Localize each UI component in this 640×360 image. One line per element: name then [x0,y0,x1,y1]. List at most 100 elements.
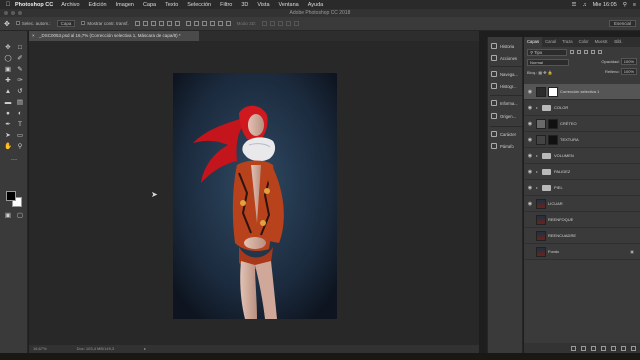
menu-texto[interactable]: Texto [165,2,178,8]
menu-list-icon[interactable]: ≡ [633,2,636,8]
blend-mode-dropdown[interactable]: Normal [527,58,569,66]
layer-row[interactable]: ◉ Corrección selectiva 1 [524,84,640,100]
layer-row[interactable]: ◉ ▸ COLOR [524,100,640,116]
autoselect-dropdown[interactable]: Capa [56,20,76,27]
gradient-icon[interactable]: ▤ [16,99,24,107]
menu-archivo[interactable]: Archivo [61,2,79,8]
pen-icon[interactable]: ✒ [4,121,12,129]
distribute-hcenter-icon[interactable] [217,21,223,26]
lasso-icon[interactable]: ◯ [4,55,12,63]
panel-caracter[interactable]: Carácter [491,129,516,139]
type-icon[interactable]: T [16,121,24,129]
layer-mask-thumbnail[interactable] [548,118,558,129]
layer-row[interactable]: ◉ ▸ PIEL [524,180,640,196]
history-brush-icon[interactable]: ↺ [16,88,24,96]
distribute-bottom-icon[interactable] [201,21,207,26]
layer-mask-thumbnail[interactable] [548,86,558,97]
opacity-field[interactable]: 100% [620,58,637,65]
layer-row[interactable]: ◉ ▸ VOLUMEN [524,148,640,164]
eyedropper-icon[interactable]: ✎ [16,66,24,74]
workspace-dropdown[interactable]: Esencial [608,20,636,27]
tab-canales[interactable]: Canal [542,37,559,47]
dodge-icon[interactable]: ◐ [16,110,24,118]
align-right-icon[interactable] [174,21,180,26]
new-layer-icon[interactable] [621,345,626,351]
crop-icon[interactable]: ▣ [4,66,12,74]
brush-icon[interactable]: ✑ [16,77,24,85]
clock[interactable]: Mie 16:05 [593,2,617,8]
layer-row[interactable]: ◉ CRÉTEO [524,116,640,132]
distribute-right-icon[interactable] [225,21,231,26]
panel-parrafo[interactable]: Párrafo [491,141,514,151]
close-icon[interactable] [4,11,8,15]
marquee-icon[interactable]: □ [16,44,24,52]
fill-field[interactable]: 100% [620,68,637,75]
blur-icon[interactable]: ● [4,110,12,118]
visibility-eye-icon[interactable]: ◉ [524,169,536,175]
tab-muestras[interactable]: Muestr. [592,37,612,47]
distribute-top-icon[interactable] [185,21,191,26]
tab-capas[interactable]: Capas [524,37,543,47]
panel-navegador[interactable]: Navega... [491,69,518,79]
visibility-eye-icon[interactable]: ◉ [524,89,536,95]
lock-all-icon[interactable]: 🔒 [548,70,553,75]
slide-3d-icon[interactable] [286,21,292,26]
menu-edicion[interactable]: Edición [89,2,107,8]
minimize-icon[interactable] [11,11,15,15]
panel-origen[interactable]: Origen... [491,111,516,121]
panel-acciones[interactable]: Acciones [491,53,517,63]
pan-3d-icon[interactable] [278,21,284,26]
filter-adjustment-icon[interactable] [577,50,581,54]
quick-select-icon[interactable]: ✐ [16,55,24,63]
document-image[interactable] [173,73,337,319]
layer-mask-thumbnail[interactable] [548,134,558,145]
scale-3d-icon[interactable] [294,21,300,26]
align-bottom-icon[interactable] [150,21,156,26]
layer-row[interactable]: Fondo ▣ [524,244,640,260]
menu-ventana[interactable]: Ventana [279,2,299,8]
visibility-eye-icon[interactable]: ◉ [524,153,536,159]
search-icon[interactable]: ⚲ [623,2,627,8]
hand-icon[interactable]: ✋ [4,143,12,151]
layer-row[interactable]: REENCUADRE [524,228,640,244]
menu-seleccion[interactable]: Selección [187,2,211,8]
document-info[interactable]: Doc: 103,4 MB/149,3 [77,345,115,353]
path-select-icon[interactable]: ➤ [4,132,12,140]
status-arrow-icon[interactable]: ▸ [144,345,146,353]
filter-smart-icon[interactable] [598,50,602,54]
tab-close-icon[interactable]: × [32,31,35,41]
zoom-tool-icon[interactable]: ⚲ [16,143,24,151]
apple-icon[interactable]:  [4,1,12,9]
eraser-icon[interactable]: ▬ [4,99,12,107]
healing-icon[interactable]: ✚ [4,77,12,85]
menu-ayuda[interactable]: Ayuda [308,2,324,8]
layer-style-icon[interactable] [581,345,586,351]
clone-stamp-icon[interactable]: ▲ [4,88,12,96]
layer-row[interactable]: ◉ TEXTURA [524,132,640,148]
layer-row[interactable]: ◉ ▸ PALIDEZ [524,164,640,180]
filter-pixel-icon[interactable] [570,50,574,54]
screen-mode-icon[interactable]: ▢ [16,212,24,220]
quick-mask-icon[interactable]: ▣ [4,212,12,220]
roll-3d-icon[interactable] [270,21,276,26]
visibility-eye-icon[interactable]: ◉ [524,137,536,143]
panel-informacion[interactable]: Informa... [491,98,518,108]
orbit-3d-icon[interactable] [262,21,268,26]
visibility-eye-icon[interactable]: ◉ [524,105,536,111]
menu-imagen[interactable]: Imagen [116,2,134,8]
shape-icon[interactable]: ▭ [16,132,24,140]
menu-vista[interactable]: Vista [257,2,269,8]
align-hcenter-icon[interactable] [166,21,172,26]
link-layers-icon[interactable] [571,345,576,351]
move-icon[interactable]: ✥ [4,44,12,52]
lock-move-icon[interactable]: ✥ [543,70,546,75]
menu-capa[interactable]: Capa [143,2,156,8]
zoom-level[interactable]: 16,67% [33,345,47,353]
zoom-icon[interactable] [18,11,22,15]
foreground-color-swatch[interactable] [6,191,16,201]
tab-color[interactable]: Color [576,37,592,47]
delete-layer-icon[interactable] [631,345,636,351]
menu-filtro[interactable]: Filtro [220,2,232,8]
distribute-left-icon[interactable] [209,21,215,26]
align-top-icon[interactable] [134,21,140,26]
